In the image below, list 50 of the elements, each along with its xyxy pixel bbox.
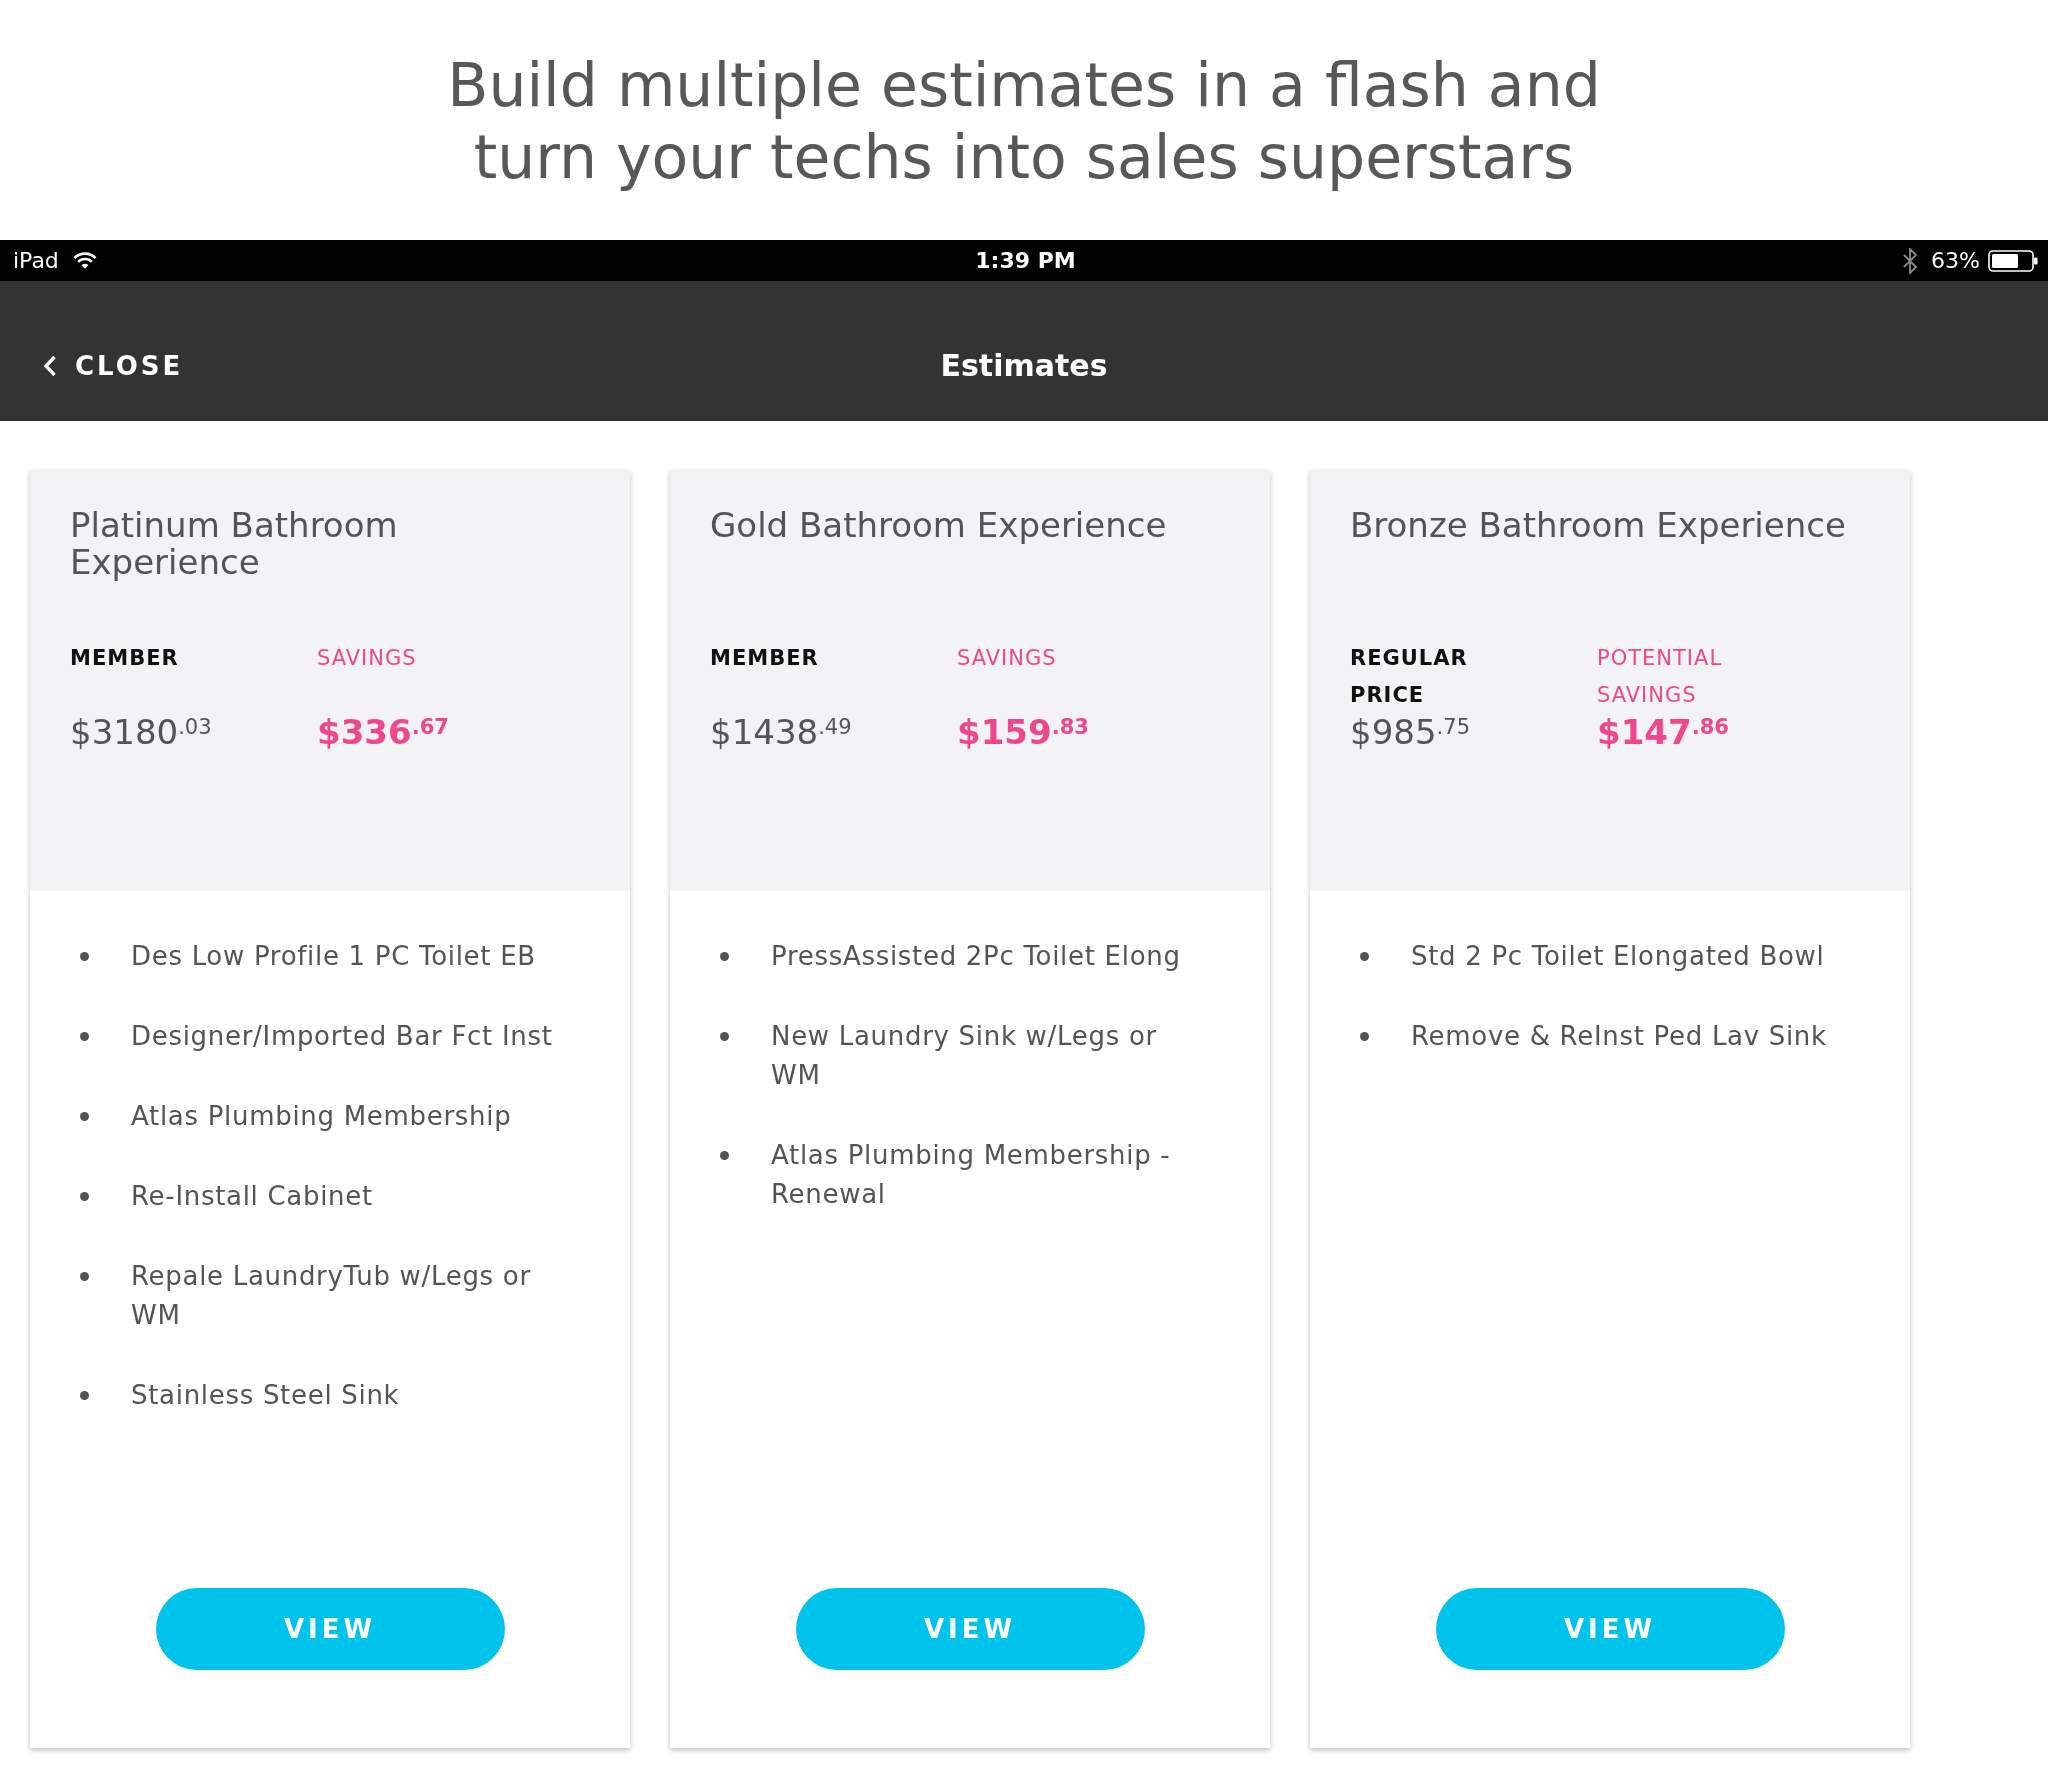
price-amount: $159$^{.83}$: [957, 714, 1089, 750]
bullet-icon: [80, 952, 89, 961]
page-headline: Build multiple estimates in a flash and turn your techs into sales superstars: [446, 49, 1602, 193]
item-text: Designer/Imported Bar Fct Inst: [131, 1020, 553, 1053]
bullet-icon: [80, 1192, 89, 1201]
item-text: Des Low Profile 1 PC Toilet EB: [131, 940, 536, 973]
device-name: iPad: [13, 247, 59, 274]
item-text: Re-Install Cabinet: [131, 1180, 373, 1213]
price-label: MEMBER: [710, 645, 819, 672]
battery-percent: 63%: [1931, 247, 1980, 274]
bullet-icon: [720, 952, 729, 961]
item-text: Atlas Plumbing Membership - Renewal: [771, 1139, 1172, 1211]
bullet-icon: [720, 1151, 729, 1160]
item-text: Std 2 Pc Toilet Elongated Bowl: [1411, 940, 1825, 973]
price-amount: $1438$^{.49}$: [710, 714, 852, 750]
card-title: Platinum Bathroom Experience: [70, 507, 399, 581]
nav-title: Estimates: [940, 348, 1108, 384]
price-amount: $147$^{.86}$: [1597, 714, 1729, 750]
close-button[interactable]: CLOSE: [43, 351, 184, 381]
price-label: SAVINGS: [957, 645, 1057, 672]
view-button[interactable]: VIEW: [155, 1588, 505, 1670]
price-amount: $336$^{.67}$: [317, 714, 449, 750]
view-button[interactable]: VIEW: [1435, 1588, 1785, 1670]
bullet-icon: [1360, 952, 1369, 961]
item-text: Atlas Plumbing Membership: [131, 1100, 512, 1133]
bullet-icon: [720, 1032, 729, 1041]
status-time: 1:39 PM: [975, 247, 1076, 274]
price-amount: $985$^{.75}$: [1350, 714, 1471, 750]
battery-icon: [1988, 249, 2038, 272]
bullet-icon: [1360, 1032, 1369, 1041]
item-text: PressAssisted 2Pc Toilet Elong: [771, 940, 1181, 973]
bullet-icon: [80, 1112, 89, 1121]
item-text: Repale LaundryTub w/Legs or WM: [131, 1260, 532, 1332]
chevron-left-icon: [43, 355, 57, 377]
bullet-icon: [80, 1032, 89, 1041]
card-title: Gold Bathroom Experience: [710, 507, 1168, 544]
view-button[interactable]: VIEW: [795, 1588, 1145, 1670]
bluetooth-icon: [1903, 247, 1918, 274]
price-label: SAVINGS: [317, 645, 417, 672]
item-text: New Laundry Sink w/Legs or WM: [771, 1020, 1158, 1092]
card-title: Bronze Bathroom Experience: [1350, 507, 1847, 544]
price-amount: $3180$^{.03}$: [70, 714, 212, 750]
item-text: Stainless Steel Sink: [131, 1379, 400, 1412]
wifi-icon: [72, 252, 97, 269]
item-text: Remove & ReInst Ped Lav Sink: [1411, 1020, 1827, 1053]
bullet-icon: [80, 1272, 89, 1281]
price-label: POTENTIAL SAVINGS: [1597, 645, 1724, 709]
price-label: REGULAR PRICE: [1350, 645, 1469, 709]
price-label: MEMBER: [70, 645, 179, 672]
bullet-icon: [80, 1391, 89, 1400]
